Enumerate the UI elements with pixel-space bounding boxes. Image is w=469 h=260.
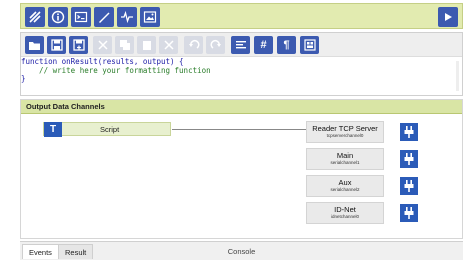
- tab-console[interactable]: Console: [228, 244, 256, 259]
- network-plug-icon[interactable]: [400, 177, 418, 195]
- channel-name: Reader TCP Server: [312, 124, 378, 133]
- output-channels-panel: Output Data Channels T Script Reader TCP…: [20, 99, 463, 239]
- save-as-icon[interactable]: [69, 36, 88, 54]
- script-node[interactable]: T Script: [43, 122, 171, 137]
- open-folder-icon[interactable]: [25, 36, 44, 54]
- paragraph-icon[interactable]: ¶: [277, 36, 296, 54]
- channel-id: serialchannel1: [330, 160, 360, 165]
- terminal-icon[interactable]: [71, 7, 91, 27]
- undo-icon[interactable]: [184, 36, 203, 54]
- editor-scrollbar[interactable]: [456, 61, 459, 91]
- connection-line: [172, 129, 326, 130]
- main-toolbar: [20, 3, 463, 29]
- line-numbers-glyph: #: [260, 39, 267, 51]
- channel-name: Main: [336, 151, 354, 160]
- network-plug-icon[interactable]: [400, 123, 418, 141]
- channels-header: Output Data Channels: [21, 100, 462, 114]
- channel-name: Aux: [338, 178, 352, 187]
- settings-panel-icon[interactable]: [300, 36, 319, 54]
- tab-events[interactable]: Events: [22, 244, 59, 259]
- network-plug-icon[interactable]: [400, 204, 418, 222]
- redo-icon[interactable]: [206, 36, 225, 54]
- copy-icon[interactable]: [115, 36, 134, 54]
- editor-toolbar: # ¶: [21, 33, 462, 57]
- channel-id: idnetchannel0: [330, 214, 360, 219]
- image-icon[interactable]: [140, 7, 160, 27]
- channel-name: ID-Net: [334, 205, 356, 214]
- info-icon[interactable]: [48, 7, 68, 27]
- channel-id: tcpserverchannel0: [326, 133, 364, 138]
- script-label: Script: [100, 125, 120, 134]
- pen-icon[interactable]: [94, 7, 114, 27]
- tab-result[interactable]: Result: [58, 244, 94, 259]
- waveform-icon[interactable]: [117, 7, 137, 27]
- play-icon[interactable]: [438, 7, 458, 27]
- channel-reader-tcp-server[interactable]: Reader TCP Server tcpserverchannel0: [306, 121, 384, 143]
- network-plug-icon[interactable]: [400, 150, 418, 168]
- cut-icon[interactable]: [93, 36, 112, 54]
- code-line-2: // write here your formatting function: [21, 65, 211, 75]
- app-root: # ¶ function onResult(results, output) {…: [0, 0, 469, 260]
- line-numbers-icon[interactable]: #: [254, 36, 273, 54]
- save-icon[interactable]: [47, 36, 66, 54]
- channel-id-net[interactable]: ID-Net idnetchannel0: [306, 202, 384, 224]
- channel-main[interactable]: Main serialchannel1: [306, 148, 384, 170]
- bottom-tab-bar: Events Result Console: [20, 241, 463, 260]
- format-code-icon[interactable]: [231, 36, 250, 54]
- script-editor-panel: # ¶ function onResult(results, output) {…: [20, 32, 463, 96]
- channel-id: serialchannel2: [330, 187, 360, 192]
- channel-aux[interactable]: Aux serialchannel2: [306, 175, 384, 197]
- delete-icon[interactable]: [159, 36, 178, 54]
- code-line-3: }: [21, 74, 26, 83]
- paragraph-glyph: ¶: [283, 39, 290, 51]
- signal-icon[interactable]: [25, 7, 45, 27]
- code-editor[interactable]: function onResult(results, output) { // …: [21, 57, 462, 84]
- paste-icon[interactable]: [137, 36, 156, 54]
- script-icon: T: [44, 122, 62, 137]
